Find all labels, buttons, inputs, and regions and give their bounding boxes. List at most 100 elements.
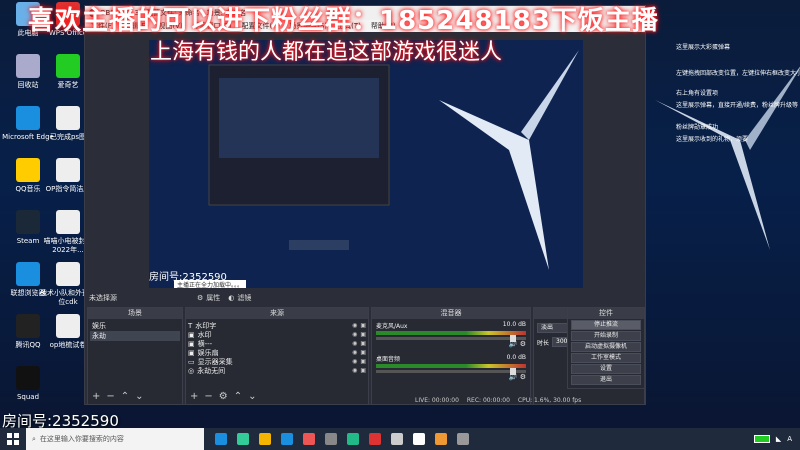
taskbar-apps: [210, 428, 474, 450]
sources-footer: + − ⚙ ⌃ ⌄: [190, 391, 257, 402]
taskbar-app-icon[interactable]: [276, 428, 298, 450]
control-button[interactable]: 设置: [571, 364, 641, 374]
move-up-icon[interactable]: ⌃: [121, 391, 129, 402]
source-item[interactable]: T 水印字 ◉ ▣: [188, 321, 366, 330]
control-button[interactable]: 启动虚拟摄像机: [571, 342, 641, 352]
source-item[interactable]: ▣ 水印 ◉ ▣: [188, 330, 366, 339]
lock-icon[interactable]: ▣: [360, 340, 366, 347]
scenes-header: 场景: [88, 308, 182, 319]
taskbar-app-icon[interactable]: [386, 428, 408, 450]
taskbar-app-icon[interactable]: [298, 428, 320, 450]
app-icon: [16, 262, 40, 286]
taskbar-search[interactable]: ⌕ 在这里输入你要搜索的内容: [26, 428, 204, 450]
lock-icon[interactable]: ▣: [360, 349, 366, 356]
notification-line: 左键拖拽回部改变位置，左键拉伸右框改变大小: [676, 70, 800, 77]
speaker-icon[interactable]: 🔊 ⚙: [376, 340, 526, 348]
overlay-subtitle: 上海有钱的人都在追这部游戏很迷人: [150, 40, 503, 65]
rec-status: REC: 00:00:00: [466, 397, 510, 404]
app-icon: [56, 210, 80, 234]
app-icon: [16, 366, 40, 390]
eye-icon[interactable]: ◉: [352, 331, 357, 338]
lock-icon[interactable]: ▣: [360, 367, 366, 374]
speaker-icon[interactable]: 🔊 ⚙: [376, 373, 526, 381]
move-down-icon[interactable]: ⌄: [248, 391, 256, 402]
control-button[interactable]: 停止推流: [571, 320, 641, 330]
app-icon: [56, 54, 80, 78]
filter-icon[interactable]: ◐: [228, 294, 234, 302]
move-down-icon[interactable]: ⌄: [135, 391, 143, 402]
no-source-label: 未选择源: [89, 294, 117, 302]
controls-header: 控件: [568, 308, 644, 319]
remove-icon[interactable]: −: [204, 391, 212, 402]
taskbar-app-icon[interactable]: [254, 428, 276, 450]
preview-caption: 主播正在全力加载中。。。: [174, 280, 247, 288]
eye-icon[interactable]: ◉: [352, 340, 357, 347]
duration-label: 时长: [537, 339, 550, 347]
start-button[interactable]: [0, 428, 26, 450]
control-list: 停止推流 开始录制 启动虚拟摄像机 工作室模式 设置 退出: [568, 320, 644, 385]
mixer-track: 麦克风/Aux 10.0 dB 🔊 ⚙: [376, 321, 526, 348]
taskbar-app-icon[interactable]: [452, 428, 474, 450]
desktop-icon[interactable]: Squad: [0, 366, 56, 402]
lock-icon[interactable]: ▣: [360, 322, 366, 329]
scenes-footer: + − ⌃ ⌄: [92, 391, 144, 402]
add-icon[interactable]: +: [190, 391, 198, 402]
app-icon: [16, 210, 40, 234]
app-icon: [16, 314, 40, 338]
desktop-icon-label: Squad: [16, 393, 40, 401]
eye-icon[interactable]: ◉: [352, 367, 357, 374]
scenes-dock: 场景 娱乐 永劫 + − ⌃ ⌄: [87, 307, 183, 405]
volume-meter: [376, 364, 526, 368]
controls-dock: 控件 停止推流 开始录制 启动虚拟摄像机 工作室模式 设置 退出: [567, 307, 645, 389]
notification-line: 这里展示收到的礼物，须要: [676, 136, 749, 143]
volume-slider[interactable]: [376, 368, 526, 375]
image-icon: ▣: [188, 330, 195, 339]
source-list: T 水印字 ◉ ▣ ▣ 水印 ◉ ▣ ▣ 横--- ◉ ▣ ▣ 娱乐扇 ◉ ▣ ▭ 显示器采集 ◉ ▣ ◎ 永劫无间 ◉ ▣: [186, 319, 368, 377]
remove-icon[interactable]: −: [106, 391, 114, 402]
lock-icon[interactable]: ▣: [360, 331, 366, 338]
taskbar-app-icon[interactable]: [408, 428, 430, 450]
eye-icon[interactable]: ◉: [352, 358, 357, 365]
source-toolbar: 未选择源 ⚙ 属性 ◐ 滤镜: [85, 291, 645, 305]
gear-icon[interactable]: ⚙: [197, 294, 203, 302]
volume-slider[interactable]: [376, 335, 526, 342]
source-item[interactable]: ◎ 永劫无间 ◉ ▣: [188, 366, 366, 375]
obs-docks: 未选择源 ⚙ 属性 ◐ 滤镜 场景 娱乐 永劫 + − ⌃ ⌄ 来源 T 水印字 ◉ ▣…: [85, 291, 645, 405]
eye-icon[interactable]: ◉: [352, 349, 357, 356]
network-icon[interactable]: ◣: [776, 435, 781, 443]
taskbar-app-icon[interactable]: [210, 428, 232, 450]
notification-line: 粉丝牌勋章成功: [676, 124, 719, 131]
taskbar-app-icon[interactable]: [430, 428, 452, 450]
input-method-icon[interactable]: A: [787, 435, 792, 443]
source-name: 永劫无间: [197, 366, 226, 375]
game-icon: ◎: [188, 366, 195, 375]
taskbar-app-icon[interactable]: [320, 428, 342, 450]
taskbar-app-icon[interactable]: [232, 428, 254, 450]
lock-icon[interactable]: ▣: [360, 358, 366, 365]
taskbar: ⌕ 在这里输入你要搜索的内容 ◣ A: [0, 428, 800, 450]
filters-button[interactable]: 滤镜: [237, 293, 251, 303]
move-up-icon[interactable]: ⌃: [234, 391, 242, 402]
obs-preview[interactable]: 房间号:2352590 主播正在全力加载中。。。: [149, 40, 583, 288]
control-button[interactable]: 退出: [571, 375, 641, 385]
scene-item[interactable]: 永劫: [90, 331, 180, 341]
notification-line: 右上角有设置项: [676, 90, 719, 97]
gear-icon[interactable]: ⚙: [219, 391, 228, 402]
battery-icon[interactable]: [753, 435, 770, 443]
control-button[interactable]: 工作室模式: [571, 353, 641, 363]
notification-line: 这里展示大彩蛋弹幕: [676, 44, 731, 51]
preview-wallpaper: [149, 40, 583, 288]
taskbar-app-icon[interactable]: [364, 428, 386, 450]
mixer-track: 桌面音频 0.0 dB 🔊 ⚙: [376, 354, 526, 381]
scene-list: 娱乐 永劫: [88, 319, 182, 343]
app-icon: [56, 262, 80, 286]
scene-item[interactable]: 娱乐: [90, 321, 180, 331]
notification-line: 这里展示弹幕，直接开通/续费，粉丝牌升级等: [676, 102, 799, 109]
eye-icon[interactable]: ◉: [352, 322, 357, 329]
add-icon[interactable]: +: [92, 391, 100, 402]
properties-button[interactable]: 属性: [206, 293, 220, 303]
search-placeholder: 在这里输入你要搜索的内容: [39, 435, 124, 443]
taskbar-app-icon[interactable]: [342, 428, 364, 450]
live-status: LIVE: 00:00:00: [415, 397, 459, 404]
control-button[interactable]: 开始录制: [571, 331, 641, 341]
